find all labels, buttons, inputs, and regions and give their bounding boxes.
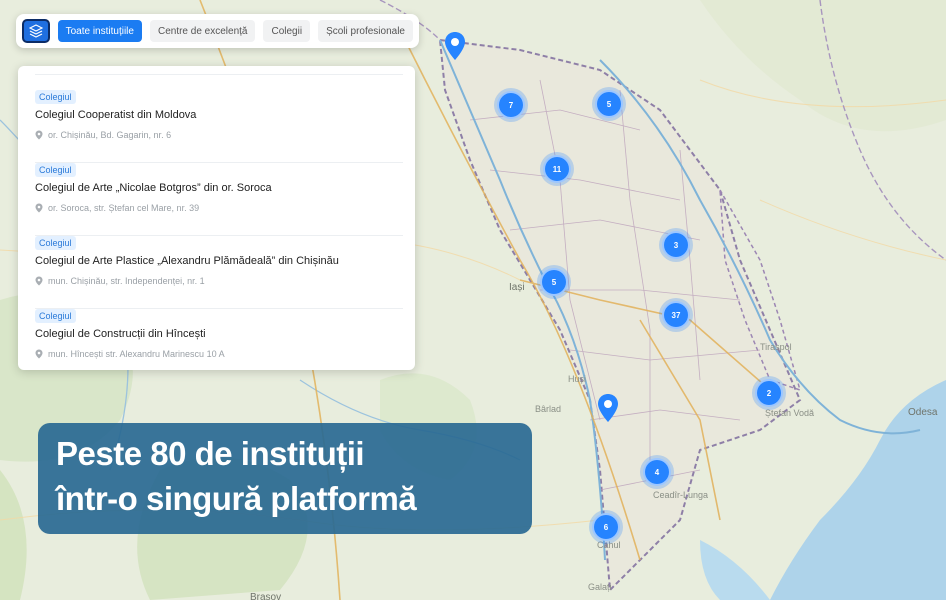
type-badge: Colegiul (35, 236, 76, 250)
institution-title: Colegiul de Arte „Nicolae Botgros” din o… (35, 182, 272, 194)
map-cluster[interactable]: 6 (592, 513, 620, 541)
institution-title: Colegiul de Construcții din Hîncești (35, 328, 206, 340)
layers-toggle-button[interactable] (22, 19, 50, 43)
location-pin-icon (35, 276, 43, 286)
banner-headline-line2: într-o singură platformă (56, 480, 417, 517)
map-label-husi: Huși (568, 374, 587, 384)
map-label-tiraspol: Tiraspol (760, 342, 792, 352)
list-item[interactable]: Colegiul Colegiul de Arte „Nicolae Botgr… (35, 163, 403, 236)
location-pin-icon (35, 349, 43, 359)
filter-chip-colleges[interactable]: Colegii (263, 20, 311, 42)
type-badge: Colegiul (35, 163, 76, 177)
institution-title: Colegiul Cooperatist din Moldova (35, 109, 197, 121)
map-cluster[interactable]: 11 (543, 155, 571, 183)
map-cluster[interactable]: 5 (540, 268, 568, 296)
map-cluster[interactable]: 7 (497, 91, 525, 119)
map-cluster[interactable]: 3 (662, 231, 690, 259)
map-cluster[interactable]: 37 (662, 301, 690, 329)
map-label-stefan-voda: Ștefan Vodă (765, 408, 815, 418)
institution-address: mun. Chișinău, str. Independenței, nr. 1 (35, 276, 205, 286)
address-text: mun. Hîncești str. Alexandru Marinescu 1… (48, 349, 225, 359)
map-label-cahul: Cahul (597, 540, 621, 550)
filter-chip-centres[interactable]: Centre de excelență (149, 20, 256, 42)
map-cluster[interactable]: 4 (643, 458, 671, 486)
map-label-iasi: Iași (509, 282, 525, 293)
banner-headline-line1: Peste 80 de instituții (56, 435, 365, 472)
type-badge: Colegiul (35, 309, 76, 323)
map-label-galati: Galați (588, 582, 612, 592)
map-cluster[interactable]: 5 (595, 90, 623, 118)
type-badge: Colegiul (35, 90, 76, 104)
map-cluster[interactable]: 2 (755, 379, 783, 407)
filter-chip-vocational[interactable]: Școli profesionale (318, 20, 413, 42)
layers-icon (28, 24, 43, 38)
map-label-brasov: Brașov (250, 592, 282, 600)
list-divider (35, 74, 403, 75)
institution-title: Colegiul de Arte Plastice „Alexandru Plă… (35, 255, 339, 267)
address-text: or. Chișinău, Bd. Gagarin, nr. 6 (48, 130, 172, 140)
address-text: or. Soroca, str. Ștefan cel Mare, nr. 39 (48, 203, 200, 213)
institution-address: or. Soroca, str. Ștefan cel Mare, nr. 39 (35, 203, 199, 213)
list-item[interactable]: Colegiul Colegiul de Construcții din Hîn… (35, 309, 403, 370)
institution-address: or. Chișinău, Bd. Gagarin, nr. 6 (35, 130, 171, 140)
map-pin-icon[interactable] (597, 393, 619, 423)
filter-bar: Toate instituțiile Centre de excelență C… (16, 14, 419, 48)
list-item[interactable]: Colegiul Colegiul de Arte Plastice „Alex… (35, 236, 403, 309)
map-label-barlad: Bârlad (535, 404, 562, 414)
map-pin-icon[interactable] (444, 31, 466, 61)
filter-chip-all[interactable]: Toate instituțiile (57, 20, 142, 42)
institutions-list[interactable]: Colegiul Colegiul Cooperatist din Moldov… (18, 66, 415, 370)
location-pin-icon (35, 130, 43, 140)
promo-banner: Peste 80 de instituții într-o singură pl… (38, 423, 532, 534)
map-label-odesa: Odesa (908, 407, 938, 418)
institution-address: mun. Hîncești str. Alexandru Marinescu 1… (35, 349, 225, 359)
address-text: mun. Chișinău, str. Independenței, nr. 1 (48, 276, 205, 286)
map-label-ceadir-lunga: Ceadîr-Lunga (653, 490, 709, 500)
list-item[interactable]: Colegiul Colegiul Cooperatist din Moldov… (35, 90, 403, 163)
location-pin-icon (35, 203, 43, 213)
